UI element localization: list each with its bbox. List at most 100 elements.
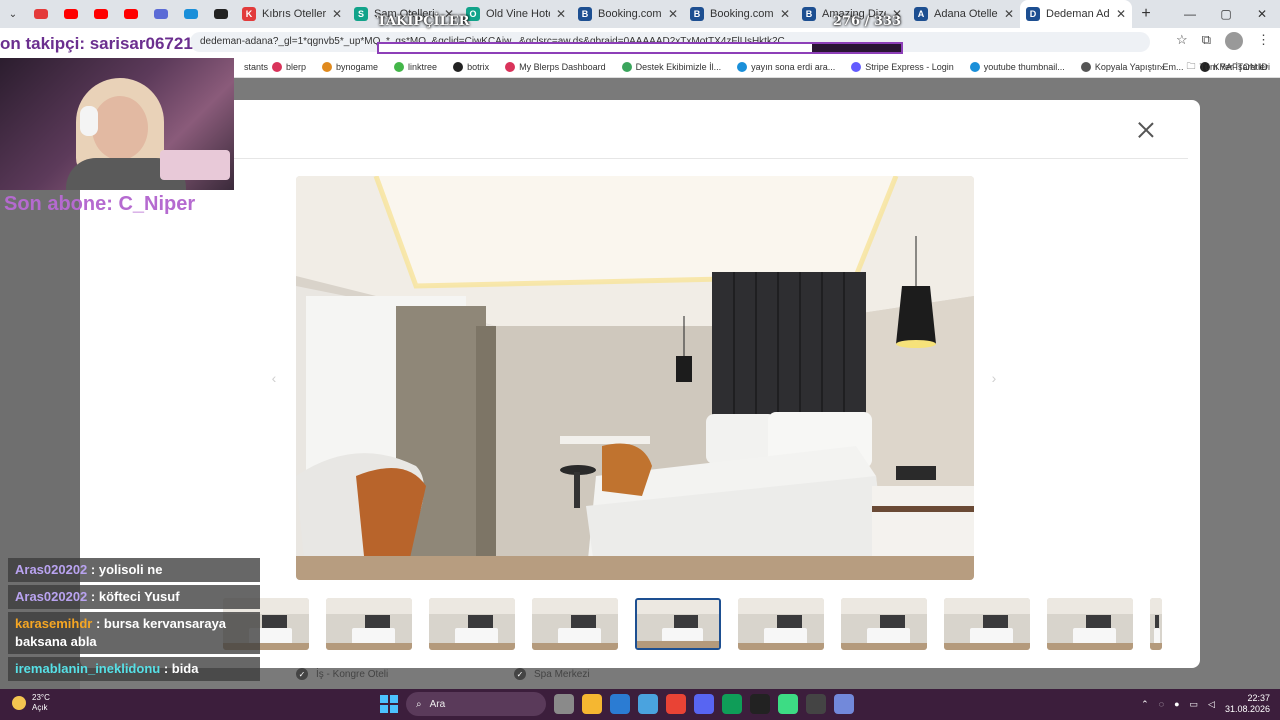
taskbar-app-icon[interactable] (638, 694, 658, 714)
bookmark-label: botrix (467, 61, 490, 72)
moon-icon (12, 696, 26, 710)
taskbar-app-icon[interactable] (834, 694, 854, 714)
clock[interactable]: 22:37 31.08.2026 (1225, 693, 1270, 715)
extensions-icon[interactable]: ⧉ (1202, 32, 1211, 50)
maximize-icon[interactable]: ▢ (1208, 0, 1244, 28)
pinned-tabs (26, 0, 236, 28)
chat-username: karasemihdr (15, 616, 93, 631)
bookmark-item[interactable]: youtube thumbnail... (962, 61, 1073, 72)
pinned-tab[interactable] (86, 0, 116, 28)
display-icon[interactable]: ▭ (1190, 699, 1199, 710)
pinned-tab[interactable] (116, 0, 146, 28)
profile-avatar[interactable] (1225, 32, 1243, 50)
chat-message: karasemihdr : bursa kervansaraya baksana… (8, 612, 260, 654)
amenity-item: ✓ İş - Kongre Oteli (296, 668, 388, 680)
chat-text: : yolisoli ne (87, 562, 163, 577)
check-icon: ✓ (296, 668, 308, 680)
more-bookmarks-icon[interactable]: » (1159, 62, 1164, 72)
bookmark-star-icon[interactable]: ☆ (1176, 32, 1188, 50)
amenity-item: ✓ Spa Merkezi (514, 668, 590, 680)
bookmark-label: My Blerps Dashboard (519, 61, 606, 72)
bookmark-item[interactable]: Stripe Express - Login (843, 61, 962, 72)
bookmark-favicon (969, 61, 980, 72)
network-icon[interactable]: ◌ (1159, 699, 1164, 709)
close-window-icon[interactable]: ✕ (1244, 0, 1280, 28)
pinned-tab[interactable] (26, 0, 56, 28)
bookmark-label: linktree (408, 61, 438, 72)
taskbar-app-icon[interactable] (778, 694, 798, 714)
tab-close-icon[interactable]: ✕ (1116, 7, 1126, 21)
chat-message: Aras020202 : yolisoli ne (8, 558, 260, 582)
pinned-tab[interactable] (146, 0, 176, 28)
tab-title: Adana Otelleri, En (934, 8, 998, 20)
bookmark-favicon (453, 61, 464, 72)
check-icon: ✓ (514, 668, 526, 680)
weather-desc: Açık (32, 703, 48, 712)
all-bookmarks-label: Tüm Yer İşaretleri (1199, 61, 1270, 72)
tab-close-icon[interactable]: ✕ (332, 7, 342, 21)
taskbar-app-icon[interactable] (750, 694, 770, 714)
bookmark-favicon (322, 61, 333, 72)
clock-time: 22:37 (1247, 693, 1270, 703)
bookmark-favicon (737, 61, 748, 72)
close-icon[interactable] (1136, 120, 1156, 140)
pinned-tab-icon (64, 9, 78, 19)
gallery-thumbnail[interactable] (532, 598, 618, 650)
bookmark-list: blerp bynogame linktree botrix My Blerps Das… (264, 61, 1276, 72)
bookmark-label: yayın sona erdi ara... (751, 61, 836, 72)
all-bookmarks[interactable]: » 🗀 Tüm Yer İşaretleri (1159, 59, 1270, 75)
tab-search-icon[interactable]: ⌄ (0, 0, 26, 28)
bookmark-item[interactable]: Destek Ekibimizle İl... (614, 61, 730, 72)
weather-widget[interactable]: 23°C Açık (12, 693, 50, 713)
taskbar-app-icon[interactable] (666, 694, 686, 714)
gallery-thumbnail[interactable] (944, 598, 1030, 650)
goal-progress-fill (379, 44, 812, 52)
mic-icon[interactable]: ● (1174, 699, 1179, 709)
taskbar-app-icon[interactable] (610, 694, 630, 714)
gallery-thumbnail[interactable] (1047, 598, 1133, 650)
tab-favicon: K (242, 7, 256, 21)
chevron-left-icon[interactable]: ‹ (266, 370, 282, 386)
taskbar-app-icon[interactable] (722, 694, 742, 714)
windows-start-icon[interactable] (380, 695, 398, 713)
pinned-tab[interactable] (206, 0, 236, 28)
pinned-tab[interactable] (176, 0, 206, 28)
taskbar-app-icon[interactable] (694, 694, 714, 714)
browser-tab[interactable]: K Kıbrıs Otelleri - En ✕ (236, 0, 348, 28)
bookmark-item[interactable]: My Blerps Dashboard (497, 61, 614, 72)
taskbar-app-icon[interactable] (806, 694, 826, 714)
menu-icon[interactable]: ⋮ (1257, 32, 1270, 50)
weather-temp: 23°C (32, 693, 50, 702)
volume-icon[interactable]: ◁ (1208, 699, 1215, 710)
pinned-tab-icon (184, 9, 198, 19)
bookmark-favicon (505, 61, 516, 72)
browser-tab[interactable]: D Dedeman Adana, ✕ (1020, 0, 1132, 28)
new-tab-button[interactable]: + (1132, 5, 1160, 23)
chevron-right-icon[interactable]: › (986, 370, 1002, 386)
bookmark-item[interactable]: yayın sona erdi ara... (729, 61, 843, 72)
pinned-tab[interactable] (56, 0, 86, 28)
search-icon: ⌕ (416, 698, 422, 710)
gallery-thumbnail[interactable] (429, 598, 515, 650)
gallery-thumbnail[interactable] (738, 598, 824, 650)
chevron-up-icon[interactable]: ⌃ (1141, 699, 1149, 710)
webcam-face (92, 96, 148, 160)
gallery-thumbnail[interactable] (1150, 598, 1162, 650)
taskbar-app-icon[interactable] (554, 694, 574, 714)
clock-date: 31.08.2026 (1224, 704, 1270, 714)
bookmark-item[interactable]: linktree (386, 61, 445, 72)
minimize-icon[interactable]: — (1172, 0, 1208, 28)
chat-overlay: Aras020202 : yolisoli ne Aras020202 : köf… (8, 558, 260, 684)
taskbar-search[interactable]: ⌕ Ara (406, 692, 546, 716)
bookmark-item[interactable]: bynogame (314, 61, 386, 72)
gallery-thumbnail[interactable] (326, 598, 412, 650)
bookmark-item[interactable]: blerp (264, 61, 314, 72)
tab-close-icon[interactable]: ✕ (1004, 7, 1014, 21)
gallery-thumbnail[interactable] (841, 598, 927, 650)
chat-text: : bida (160, 661, 199, 676)
taskbar-app-icon[interactable] (582, 694, 602, 714)
gallery-thumbnail[interactable] (635, 598, 721, 650)
browser-tab[interactable]: A Adana Otelleri, En ✕ (908, 0, 1020, 28)
bookmark-item[interactable]: botrix (445, 61, 497, 72)
goal-progress-bar (377, 42, 903, 54)
